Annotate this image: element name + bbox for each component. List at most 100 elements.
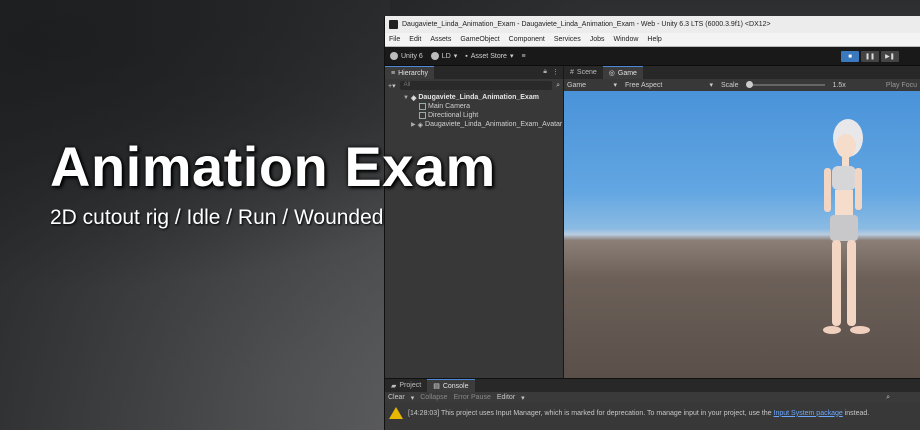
- folder-icon: ▰: [391, 382, 397, 390]
- menu-edit[interactable]: Edit: [409, 36, 421, 43]
- project-tab-label: Project: [399, 382, 422, 389]
- account-label: LD: [441, 52, 451, 60]
- input-system-link[interactable]: Input System package: [774, 410, 843, 417]
- chevron-down-icon: ▾: [613, 82, 617, 89]
- more-options-icon[interactable]: ⋮: [552, 68, 559, 76]
- character-arm-left: [824, 168, 831, 212]
- aspect-label: Free Aspect: [625, 81, 663, 89]
- collapse-toggle[interactable]: Collapse: [420, 394, 447, 401]
- search-icon[interactable]: ⌕: [556, 82, 560, 90]
- menu-assets[interactable]: Assets: [430, 36, 451, 43]
- add-icon[interactable]: +▾: [388, 82, 396, 90]
- menu-jobs[interactable]: Jobs: [590, 36, 605, 43]
- store-bag-icon: ▪: [465, 52, 468, 60]
- tab-project[interactable]: ▰ Project: [385, 379, 427, 392]
- console-tab-row: ▰ Project ▤ Console: [385, 379, 920, 392]
- unity-cube-icon: [390, 52, 398, 60]
- window-title: Daugaviete_Linda_Animation_Exam - Daugav…: [402, 21, 771, 28]
- tab-hierarchy[interactable]: ≡ Hierarchy: [385, 66, 435, 79]
- character-torso: [835, 190, 853, 216]
- window-titlebar: Daugaviete_Linda_Animation_Exam - Daugav…: [385, 16, 920, 33]
- hierarchy-item-avatar[interactable]: ▶ ◈ Daugaviete_Linda_Animation_Exam_Avat…: [385, 120, 563, 129]
- gameobject-icon: [419, 112, 426, 119]
- page-title: Animation Exam: [50, 135, 496, 198]
- menu-gameobject[interactable]: GameObject: [460, 36, 499, 43]
- chevron-down-icon: ▾: [453, 53, 458, 60]
- scale-slider[interactable]: [745, 81, 825, 88]
- grid-icon: #: [570, 69, 574, 76]
- editor-dropdown[interactable]: Editor: [497, 394, 515, 401]
- scene-icon: ◈: [410, 94, 417, 102]
- console-panel: ▰ Project ▤ Console Clear ▾ Collapse Err…: [385, 378, 920, 430]
- chevron-down-icon: ▾: [521, 394, 525, 402]
- character-foot-right: [850, 326, 870, 334]
- unity-version-button[interactable]: Unity 6: [390, 52, 423, 60]
- play-focused-dropdown[interactable]: Play Focu: [886, 82, 917, 89]
- menu-services[interactable]: Services: [554, 36, 581, 43]
- menu-file[interactable]: File: [389, 36, 400, 43]
- play-button[interactable]: ■: [841, 51, 859, 62]
- console-search-icon[interactable]: ⌕: [886, 394, 890, 402]
- chevron-down-icon: ▾: [709, 82, 713, 89]
- collapse-arrow-icon[interactable]: ▶: [411, 121, 416, 128]
- hierarchy-search-input[interactable]: All: [399, 81, 553, 90]
- step-button[interactable]: ▶❚: [881, 51, 899, 62]
- error-pause-toggle[interactable]: Error Pause: [454, 394, 491, 401]
- hierarchy-tab-row: ≡ Hierarchy 🔒︎ ⋮: [385, 66, 563, 79]
- layers-icon[interactable]: ≡: [521, 53, 525, 60]
- asset-store-button[interactable]: ▪ Asset Store ▾: [465, 52, 514, 61]
- scene-tab-label: Scene: [576, 69, 597, 76]
- expand-arrow-icon[interactable]: ▼: [403, 95, 409, 101]
- menu-component[interactable]: Component: [509, 36, 545, 43]
- display-label: Game: [567, 81, 587, 89]
- console-message[interactable]: [14:28:03] This project uses Input Manag…: [385, 403, 920, 423]
- scene-name: Daugaviete_Linda_Animation_Exam: [418, 94, 539, 101]
- console-message-text: [14:28:03] This project uses Input Manag…: [408, 410, 869, 417]
- page-subtitle: 2D cutout rig / Idle / Run / Wounded: [50, 206, 384, 229]
- clear-button[interactable]: Clear: [388, 394, 405, 401]
- hierarchy-scene-row[interactable]: ▼ ◈ Daugaviete_Linda_Animation_Exam: [385, 93, 563, 102]
- menu-help[interactable]: Help: [647, 36, 661, 43]
- chevron-down-icon[interactable]: ▾: [411, 394, 415, 402]
- character-face: [836, 134, 856, 158]
- console-message-suffix: instead.: [844, 409, 870, 417]
- aspect-dropdown[interactable]: Free Aspect ▾: [625, 81, 713, 90]
- hierarchy-search-row: +▾ All ⌕: [385, 79, 563, 92]
- hierarchy-tab-label: Hierarchy: [398, 69, 429, 77]
- hierarchy-panel: ≡ Hierarchy 🔒︎ ⋮ +▾ All ⌕ ▼ ◈ Daugaviete…: [385, 66, 564, 378]
- console-icon: ▤: [433, 383, 440, 390]
- character-shorts: [830, 215, 858, 241]
- hierarchy-item-label: Daugaviete_Linda_Animation_Exam_Avatar: [425, 121, 563, 128]
- character-top: [832, 166, 856, 190]
- playmode-controls: ■ ❚❚ ▶❚: [841, 51, 899, 62]
- pause-button[interactable]: ❚❚: [861, 51, 879, 62]
- main-toolbar: Unity 6 LD ▾ ▪ Asset Store ▾ ≡ ■ ❚❚ ▶❚: [385, 47, 920, 66]
- hierarchy-list: ▼ ◈ Daugaviete_Linda_Animation_Exam Main…: [385, 92, 563, 129]
- menu-bar: File Edit Assets GameObject Component Se…: [385, 33, 920, 47]
- character-leg-right: [847, 240, 856, 326]
- hierarchy-item-directional-light[interactable]: Directional Light: [385, 111, 563, 120]
- tab-game[interactable]: ◎ Game: [602, 66, 643, 79]
- game-tab-label: Game: [617, 69, 637, 77]
- scale-slider-handle[interactable]: [745, 81, 753, 88]
- display-dropdown[interactable]: Game ▾: [567, 81, 617, 90]
- tab-scene[interactable]: # Scene: [564, 66, 603, 79]
- hierarchy-item-main-camera[interactable]: Main Camera: [385, 102, 563, 111]
- gamepad-icon: ◎: [608, 70, 615, 77]
- list-icon: ≡: [391, 69, 396, 77]
- hierarchy-item-label: Main Camera: [428, 103, 471, 110]
- asset-store-label: Asset Store: [470, 52, 507, 60]
- lock-icon[interactable]: 🔒︎: [543, 68, 547, 76]
- character-neck: [842, 156, 849, 166]
- account-button[interactable]: LD ▾: [430, 52, 458, 60]
- unity-version-label: Unity 6: [401, 52, 423, 60]
- console-toolbar: Clear ▾ Collapse Error Pause Editor ▾ ⌕: [385, 392, 920, 403]
- scale-value: 1.5x: [832, 81, 846, 89]
- tab-console[interactable]: ▤ Console: [427, 379, 475, 392]
- warning-icon: [389, 407, 403, 419]
- menu-window[interactable]: Window: [614, 36, 639, 43]
- character-arm-right: [855, 168, 862, 210]
- console-tab-label: Console: [442, 382, 469, 390]
- character-sprite: [823, 119, 870, 334]
- chevron-down-icon: ▾: [509, 53, 514, 60]
